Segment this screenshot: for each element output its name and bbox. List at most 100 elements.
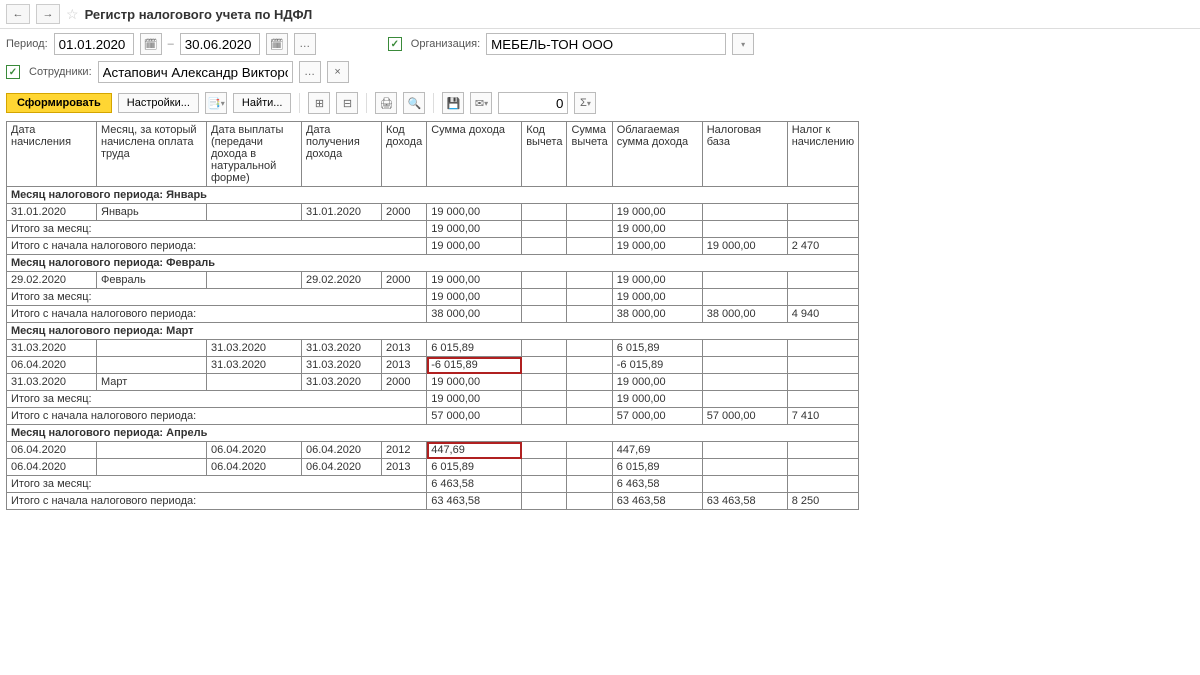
cell: 06.04.2020: [7, 442, 97, 459]
cell: [702, 374, 787, 391]
month-total-row: Итого за месяц:19 000,0019 000,00: [7, 391, 859, 408]
email-button[interactable]: ✉▾: [470, 92, 492, 114]
cell: 06.04.2020: [7, 357, 97, 374]
cell: [522, 238, 567, 255]
find-button[interactable]: Найти...: [233, 93, 292, 113]
employees-checkbox[interactable]: ✓: [6, 65, 20, 79]
org-checkbox[interactable]: ✓: [388, 37, 402, 51]
date-from-input[interactable]: [54, 33, 134, 55]
generate-button[interactable]: Сформировать: [6, 93, 112, 113]
employees-select-button[interactable]: …: [299, 61, 321, 83]
cell: [522, 289, 567, 306]
nav-forward-button[interactable]: →: [36, 4, 60, 24]
cell: 19 000,00: [427, 374, 522, 391]
sum-button[interactable]: Σ▾: [574, 92, 596, 114]
cell: 19 000,00: [612, 272, 702, 289]
col-header: Налоговая база: [702, 122, 787, 187]
cell: 19 000,00: [612, 374, 702, 391]
cell: [567, 340, 612, 357]
cell: [702, 442, 787, 459]
period-select-button[interactable]: …: [294, 33, 316, 55]
header-row: Дата начисления Месяц, за который начисл…: [7, 122, 859, 187]
cell: [522, 442, 567, 459]
org-label: Организация:: [411, 38, 480, 50]
cell: 19 000,00: [612, 238, 702, 255]
cell: [787, 272, 858, 289]
cell: 2012: [382, 442, 427, 459]
settings-button[interactable]: Настройки...: [118, 93, 199, 113]
separator: [366, 93, 367, 113]
cell: 57 000,00: [427, 408, 522, 425]
org-input[interactable]: [486, 33, 726, 55]
count-input[interactable]: [498, 92, 568, 114]
cell: 19 000,00: [612, 204, 702, 221]
cell: [787, 459, 858, 476]
calendar-from-icon[interactable]: 🗓: [140, 33, 162, 55]
total-label: Итого за месяц:: [7, 289, 427, 306]
cell: [522, 493, 567, 510]
employees-clear-button[interactable]: ×: [327, 61, 349, 83]
print-button[interactable]: 🖨: [375, 92, 397, 114]
date-to-input[interactable]: [180, 33, 260, 55]
total-label: Итого с начала налогового периода:: [7, 408, 427, 425]
save-variant-button[interactable]: 📑▾: [205, 92, 227, 114]
cell: 6 015,89: [612, 459, 702, 476]
date-separator: –: [168, 38, 174, 50]
cell: [567, 493, 612, 510]
col-header: Дата выплаты (передачи дохода в натураль…: [207, 122, 302, 187]
save-button[interactable]: 💾: [442, 92, 464, 114]
cell: [702, 476, 787, 493]
cell: 29.02.2020: [302, 272, 382, 289]
cell: 2013: [382, 459, 427, 476]
cell: Март: [97, 374, 207, 391]
cell: 6 015,89: [427, 459, 522, 476]
cell: [567, 408, 612, 425]
cell: [522, 357, 567, 374]
cell: [567, 306, 612, 323]
cell: 63 463,58: [702, 493, 787, 510]
cell: 06.04.2020: [207, 459, 302, 476]
table-row: 06.04.202006.04.202006.04.202020136 015,…: [7, 459, 859, 476]
cell: [207, 374, 302, 391]
total-label: Итого за месяц:: [7, 391, 427, 408]
preview-button[interactable]: 🔍: [403, 92, 425, 114]
separator: [433, 93, 434, 113]
cell: [787, 221, 858, 238]
cell: [567, 442, 612, 459]
cell: [567, 391, 612, 408]
cell: [522, 340, 567, 357]
cell: 6 015,89: [427, 340, 522, 357]
total-label: Итого с начала налогового периода:: [7, 238, 427, 255]
employees-input[interactable]: [98, 61, 293, 83]
collapse-groups-button[interactable]: ⊟: [336, 92, 358, 114]
expand-groups-button[interactable]: ⊞: [308, 92, 330, 114]
cell: [97, 442, 207, 459]
group-header: Месяц налогового периода: Март: [7, 323, 859, 340]
org-dropdown-icon[interactable]: ▾: [732, 33, 754, 55]
cell: [97, 357, 207, 374]
cell: 06.04.2020: [302, 442, 382, 459]
cell: 31.03.2020: [7, 340, 97, 357]
nav-back-button[interactable]: ←: [6, 4, 30, 24]
table-row: 31.01.2020Январь31.01.2020200019 000,001…: [7, 204, 859, 221]
group-header: Месяц налогового периода: Февраль: [7, 255, 859, 272]
cell: [522, 374, 567, 391]
cell: Февраль: [97, 272, 207, 289]
period-total-row: Итого с начала налогового периода:38 000…: [7, 306, 859, 323]
page-title: Регистр налогового учета по НДФЛ: [85, 7, 313, 22]
cell: 57 000,00: [612, 408, 702, 425]
cell: [522, 306, 567, 323]
cell: [787, 442, 858, 459]
cell: 2013: [382, 340, 427, 357]
calendar-to-icon[interactable]: 🗓: [266, 33, 288, 55]
cell: 8 250: [787, 493, 858, 510]
favorite-icon[interactable]: ☆: [66, 6, 79, 23]
cell: 2000: [382, 272, 427, 289]
cell: 19 000,00: [427, 221, 522, 238]
cell: 6 015,89: [612, 340, 702, 357]
separator: [299, 93, 300, 113]
cell: [522, 391, 567, 408]
col-header: Сумма дохода: [427, 122, 522, 187]
cell: 31.01.2020: [7, 204, 97, 221]
cell: [207, 272, 302, 289]
